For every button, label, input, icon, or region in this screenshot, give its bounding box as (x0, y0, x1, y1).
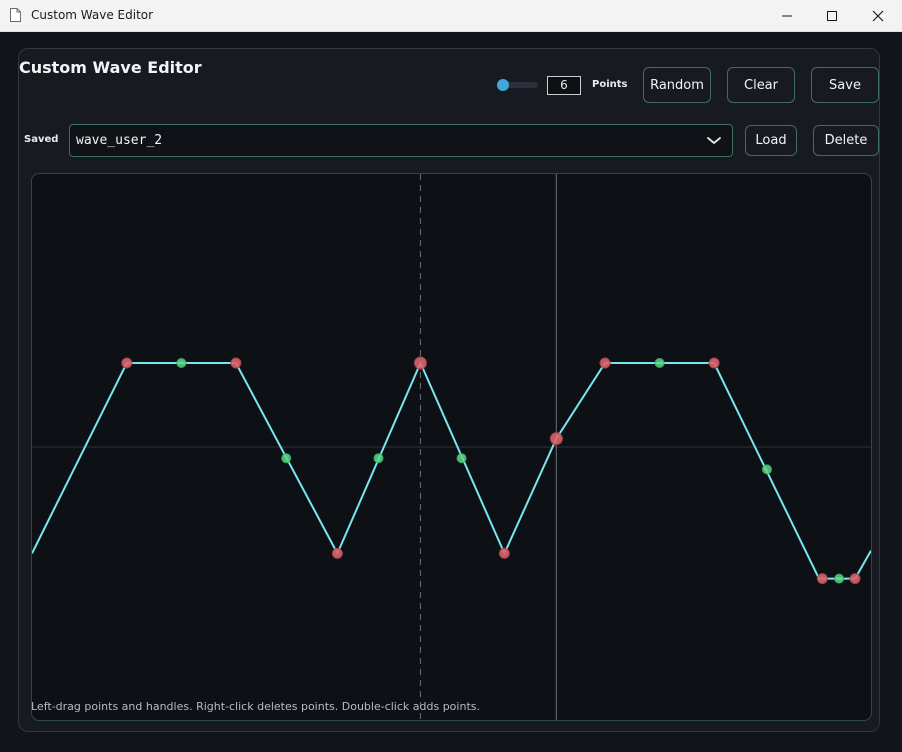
wave-point-2[interactable] (331, 547, 343, 559)
load-button[interactable]: Load (745, 125, 797, 156)
wave-handle-6[interactable] (834, 573, 845, 584)
wave-point-9[interactable] (849, 573, 861, 585)
chevron-down-icon (707, 137, 721, 144)
maximize-icon (827, 10, 837, 21)
wave-line (32, 362, 871, 580)
wave-plot[interactable] (32, 174, 871, 720)
saved-wave-value: wave_user_2 (76, 133, 163, 148)
close-icon (872, 10, 884, 21)
wave-handle-1[interactable] (281, 453, 292, 464)
wave-point-4[interactable] (498, 547, 510, 559)
wave-point-1[interactable] (230, 357, 242, 369)
page-title: Custom Wave Editor (19, 58, 202, 77)
points-label: Points (592, 79, 628, 90)
clear-button[interactable]: Clear (727, 67, 795, 103)
wave-canvas[interactable] (31, 173, 872, 721)
editor-hint: Left-drag points and handles. Right-clic… (31, 700, 480, 713)
wave-point-0[interactable] (121, 357, 133, 369)
title-bar: Custom Wave Editor (0, 0, 902, 32)
close-button[interactable] (855, 0, 901, 31)
wave-handle-5[interactable] (761, 464, 772, 475)
wave-point-6[interactable] (599, 357, 611, 369)
wave-handle-0[interactable] (176, 358, 187, 368)
wave-point-8[interactable] (816, 573, 828, 585)
wave-handle-4[interactable] (654, 358, 665, 368)
wave-point-3[interactable] (413, 356, 427, 370)
window-title: Custom Wave Editor (31, 8, 154, 22)
minimize-button[interactable] (764, 0, 810, 31)
wave-point-7[interactable] (708, 357, 720, 369)
random-button[interactable]: Random (643, 67, 711, 103)
app-window: Custom Wave Editor Custom Wave Editor 6 … (0, 0, 902, 752)
points-input[interactable]: 6 (547, 76, 581, 95)
delete-button[interactable]: Delete (813, 125, 879, 156)
maximize-button[interactable] (809, 0, 855, 31)
saved-wave-select[interactable]: wave_user_2 (69, 124, 733, 157)
points-slider-handle[interactable] (497, 79, 509, 91)
save-button[interactable]: Save (811, 67, 879, 103)
document-icon (10, 8, 21, 22)
saved-label: Saved (24, 134, 59, 145)
minimize-icon (782, 15, 792, 16)
wave-handle-3[interactable] (456, 453, 467, 464)
wave-point-5[interactable] (549, 432, 563, 446)
wave-handle-2[interactable] (373, 453, 384, 464)
